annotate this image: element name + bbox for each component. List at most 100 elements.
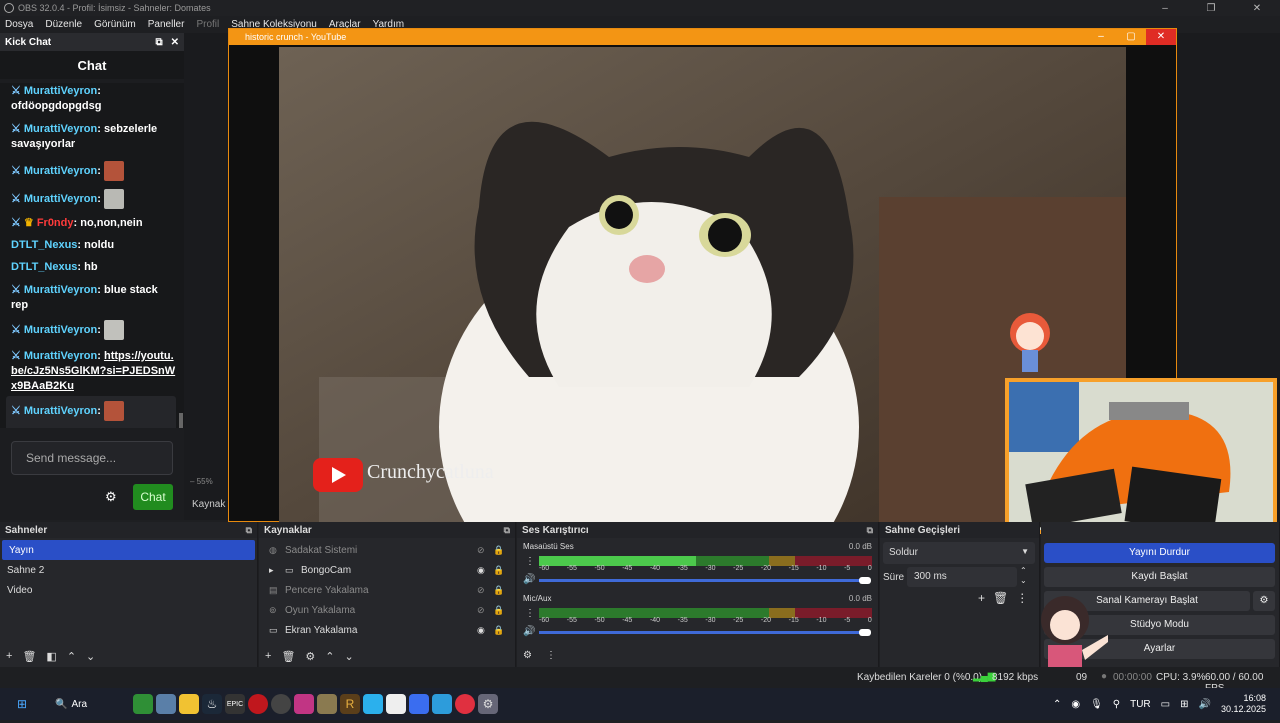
close-icon[interactable]: ✕ <box>1146 29 1176 45</box>
emote-icon <box>103 320 124 340</box>
app-icon[interactable] <box>363 694 383 714</box>
app-icon[interactable] <box>317 694 337 714</box>
move-down-icon[interactable]: ⌄ <box>86 650 95 663</box>
trash-icon[interactable]: 🗑 <box>993 591 1008 605</box>
search-box[interactable]: 🔍 Ara <box>55 693 117 715</box>
close-icon[interactable]: ✕ <box>171 37 179 48</box>
float-icon[interactable]: ⧉ <box>246 525 252 536</box>
slider-knob[interactable] <box>859 629 871 636</box>
xbox-icon[interactable] <box>133 694 153 714</box>
slider-knob[interactable] <box>859 577 871 584</box>
menu-edit[interactable]: Düzenle <box>45 19 82 30</box>
windows-start-icon[interactable]: ⊞ <box>12 694 32 714</box>
hidden-eye-icon[interactable]: ⊘ <box>477 605 493 616</box>
move-up-icon[interactable]: ⌃ <box>325 650 334 663</box>
epic-games-icon[interactable]: EPIC <box>225 694 245 714</box>
trash-icon[interactable]: 🗑 <box>281 650 295 663</box>
desktop-volume-slider[interactable] <box>539 579 864 582</box>
menu-profile[interactable]: Profil <box>196 19 219 30</box>
tray-app-icon[interactable]: ◉ <box>1071 699 1080 710</box>
virtual-camera-gear-icon[interactable]: ⚙ <box>1253 591 1275 611</box>
settings-icon[interactable]: ⚙ <box>478 694 498 714</box>
menu-view[interactable]: Görünüm <box>94 19 136 30</box>
sources-header: Kaynaklar ⧉ <box>259 522 515 538</box>
opera-icon[interactable] <box>248 694 268 714</box>
lock-icon[interactable]: 🔒 <box>493 545 515 556</box>
float-icon[interactable]: ⧉ <box>155 37 162 48</box>
eye-icon[interactable]: ◉ <box>477 625 493 636</box>
tray-chevron-icon[interactable]: ⌃ <box>1053 699 1061 710</box>
app-icon[interactable] <box>432 694 452 714</box>
network-icon[interactable]: ⊞ <box>1180 699 1188 710</box>
expand-icon[interactable]: ▸ <box>269 565 281 576</box>
move-down-icon[interactable]: ⌄ <box>345 650 354 663</box>
menu-icon[interactable]: ⋮ <box>1016 591 1028 605</box>
menu-docks[interactable]: Paneller <box>148 19 185 30</box>
app-icon[interactable] <box>409 694 429 714</box>
source-item[interactable]: ◍ Sadakat Sistemi ⊘ 🔒 <box>259 540 515 560</box>
source-item[interactable]: ▸ ▭ BongoCam ◉ 🔒 <box>259 560 515 580</box>
float-icon[interactable]: ⧉ <box>504 525 510 536</box>
app-icon[interactable] <box>455 694 475 714</box>
scene-item[interactable]: Video <box>0 580 257 600</box>
folder-icon[interactable] <box>179 694 199 714</box>
speaker-icon[interactable]: 🔊 <box>523 626 535 637</box>
lock-icon[interactable]: 🔒 <box>493 625 515 636</box>
gear-icon[interactable]: ⚙ <box>305 650 315 663</box>
mic-icon[interactable]: 🎙 <box>1090 699 1103 710</box>
transition-select[interactable]: Soldur ▼ <box>883 542 1035 564</box>
maximize-icon[interactable]: ▢ <box>1116 29 1146 45</box>
chat-messages[interactable]: ⚔ MurattiVeyron: ofdöopgdopgdsg ⚔ MurattiV… <box>0 83 184 428</box>
source-item[interactable]: ▭ Ekran Yakalama ◉ 🔒 <box>259 620 515 640</box>
language-indicator[interactable]: TUR <box>1130 699 1151 710</box>
chat-send-button[interactable]: Chat <box>133 484 173 510</box>
app-icon[interactable] <box>156 694 176 714</box>
maximize-icon[interactable]: ❐ <box>1188 3 1234 14</box>
app-icon[interactable]: R <box>340 694 360 714</box>
lock-icon[interactable]: 🔒 <box>493 565 515 576</box>
channel-menu-icon[interactable]: ⋮ <box>525 556 535 567</box>
filter-icon[interactable]: ◧ <box>46 650 56 663</box>
source-item[interactable]: ▤ Pencere Yakalama ⊘ 🔒 <box>259 580 515 600</box>
volume-icon[interactable]: 🔊 <box>1199 699 1211 710</box>
clock[interactable]: 16:08 30.12.2025 <box>1221 693 1266 715</box>
scene-item[interactable]: Sahne 2 <box>0 560 257 580</box>
title-bar: OBS 32.0.4 - Profil: İsimsiz - Sahneler:… <box>0 0 1280 16</box>
transitions-header: Sahne Geçişleri <box>880 522 1039 538</box>
obs-icon[interactable] <box>271 694 291 714</box>
eye-icon[interactable]: ◉ <box>477 565 493 576</box>
minimize-icon[interactable]: – <box>1086 29 1116 45</box>
stop-streaming-button[interactable]: Yayını Durdur <box>1044 543 1275 563</box>
hidden-eye-icon[interactable]: ⊘ <box>477 585 493 596</box>
trash-icon[interactable]: 🗑 <box>22 650 36 663</box>
chat-settings-icon[interactable]: ⚙ <box>105 489 117 505</box>
add-icon[interactable]: + <box>265 650 271 662</box>
lock-icon[interactable]: 🔒 <box>493 605 515 616</box>
speaker-icon[interactable]: 🔊 <box>523 574 535 585</box>
hidden-eye-icon[interactable]: ⊘ <box>477 545 493 556</box>
minimize-icon[interactable]: – <box>1142 3 1188 14</box>
mic-volume-slider[interactable] <box>539 631 864 634</box>
duration-input[interactable]: 300 ms <box>907 567 1017 587</box>
source-item[interactable]: ⊚ Oyun Yakalama ⊘ 🔒 <box>259 600 515 620</box>
chat-scrollbar[interactable] <box>179 413 183 428</box>
channel-menu-icon[interactable]: ⋮ <box>525 608 535 619</box>
bell-icon[interactable]: ⚲ <box>1113 699 1120 710</box>
file-icon[interactable] <box>386 694 406 714</box>
move-up-icon[interactable]: ⌃ <box>67 650 76 663</box>
close-icon[interactable]: ✕ <box>1234 3 1280 14</box>
start-recording-button[interactable]: Kaydı Başlat <box>1044 567 1275 587</box>
monitor-icon[interactable]: ▭ <box>1161 699 1170 710</box>
send-message-input[interactable]: Send message... <box>11 441 173 475</box>
duration-stepper[interactable]: ⌃ ⌄ <box>1020 566 1027 586</box>
lock-icon[interactable]: 🔒 <box>493 585 515 596</box>
advanced-audio-icon[interactable]: ⚙ <box>523 650 532 661</box>
float-icon[interactable]: ⧉ <box>867 525 873 536</box>
add-icon[interactable]: + <box>978 591 985 605</box>
scene-item[interactable]: Yayın <box>2 540 255 560</box>
instagram-icon[interactable] <box>294 694 314 714</box>
add-icon[interactable]: + <box>6 650 12 662</box>
steam-icon[interactable]: ♨ <box>202 694 222 714</box>
mixer-menu-icon[interactable]: ⋮ <box>546 650 556 661</box>
menu-file[interactable]: Dosya <box>5 19 33 30</box>
